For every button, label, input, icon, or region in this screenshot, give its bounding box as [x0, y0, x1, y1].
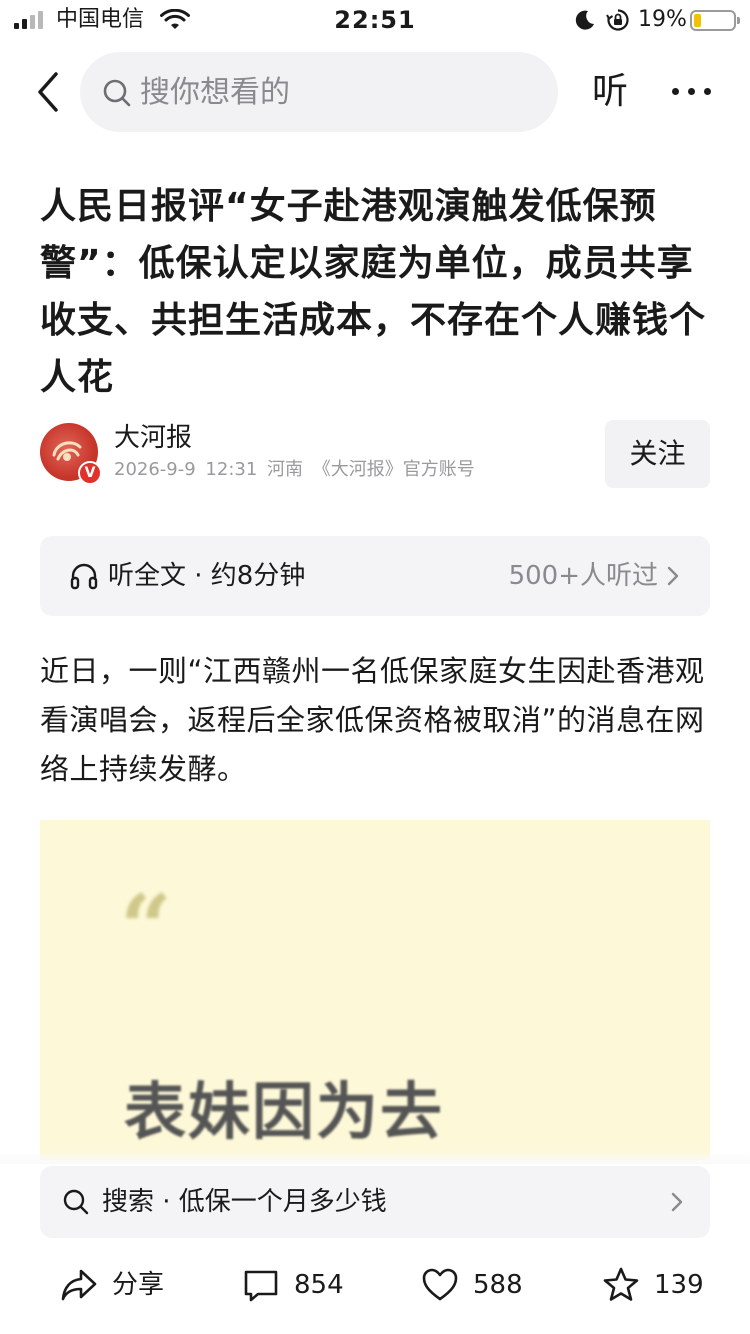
related-search-text: 搜索 · 低保一个月多少钱: [102, 1187, 387, 1217]
comment-button[interactable]: 854: [242, 1262, 344, 1308]
share-icon: [61, 1269, 97, 1301]
favorite-count: 139: [654, 1270, 704, 1300]
share-label: 分享: [112, 1270, 165, 1300]
favorite-button[interactable]: 139: [602, 1262, 704, 1308]
chevron-right-icon: [667, 566, 679, 586]
moon-icon: [575, 10, 594, 30]
action-bar: 分享 854 588 139: [0, 1246, 750, 1326]
author-meta: 2026-9-9 12:31 河南 《大河报》官方账号: [114, 459, 475, 480]
like-count: 588: [473, 1270, 523, 1300]
chevron-right-icon: [671, 1192, 683, 1212]
listen-label: 听全文 · 约8分钟: [108, 561, 306, 591]
listen-count: 500+人听过: [508, 561, 658, 591]
battery-percent: 19%: [638, 7, 687, 32]
share-button[interactable]: 分享: [60, 1262, 164, 1308]
search-placeholder: 搜你想看的: [140, 75, 290, 110]
headphones-icon: [70, 563, 98, 590]
listen-button[interactable]: 听: [592, 70, 628, 114]
follow-button[interactable]: 关注: [605, 420, 710, 488]
logo-icon: [52, 441, 82, 461]
chevron-left-icon[interactable]: [28, 68, 68, 116]
quote-mark: “: [120, 875, 172, 981]
top-nav: 搜你想看的 听: [0, 50, 750, 134]
author-name[interactable]: 大河报: [114, 421, 192, 455]
search-icon: [103, 79, 131, 107]
verified-badge: V: [78, 461, 102, 485]
avatar[interactable]: V: [40, 423, 102, 485]
battery-icon: [690, 10, 740, 31]
search-bar[interactable]: 搜你想看的: [80, 52, 558, 132]
status-bar: 中国电信 22:51 19%: [0, 0, 750, 40]
article-image[interactable]: “ 表妹因为去: [40, 820, 710, 1160]
article-title: 人民日报评“女子赴港观演触发低保预警”：低保认定以家庭为单位，成员共享收支、共担…: [40, 186, 707, 398]
more-dots-icon[interactable]: [672, 88, 711, 95]
article-paragraph: 近日，一则“江西赣州一名低保家庭女生因赴香港观看演唱会，返程后全家低保资格被取消…: [40, 654, 705, 786]
comment-icon: [244, 1270, 278, 1302]
search-icon: [63, 1189, 89, 1215]
related-search-bar[interactable]: 搜索 · 低保一个月多少钱: [40, 1166, 710, 1238]
heart-icon: [422, 1268, 458, 1301]
listen-full-text-bar[interactable]: 听全文 · 约8分钟 500+人听过: [40, 536, 710, 616]
image-text: 表妹因为去: [124, 1075, 445, 1148]
star-icon: [603, 1267, 639, 1301]
rotation-lock-icon: [606, 9, 629, 31]
divider: [0, 1150, 750, 1164]
like-button[interactable]: 588: [421, 1262, 523, 1308]
comment-count: 854: [294, 1270, 344, 1300]
